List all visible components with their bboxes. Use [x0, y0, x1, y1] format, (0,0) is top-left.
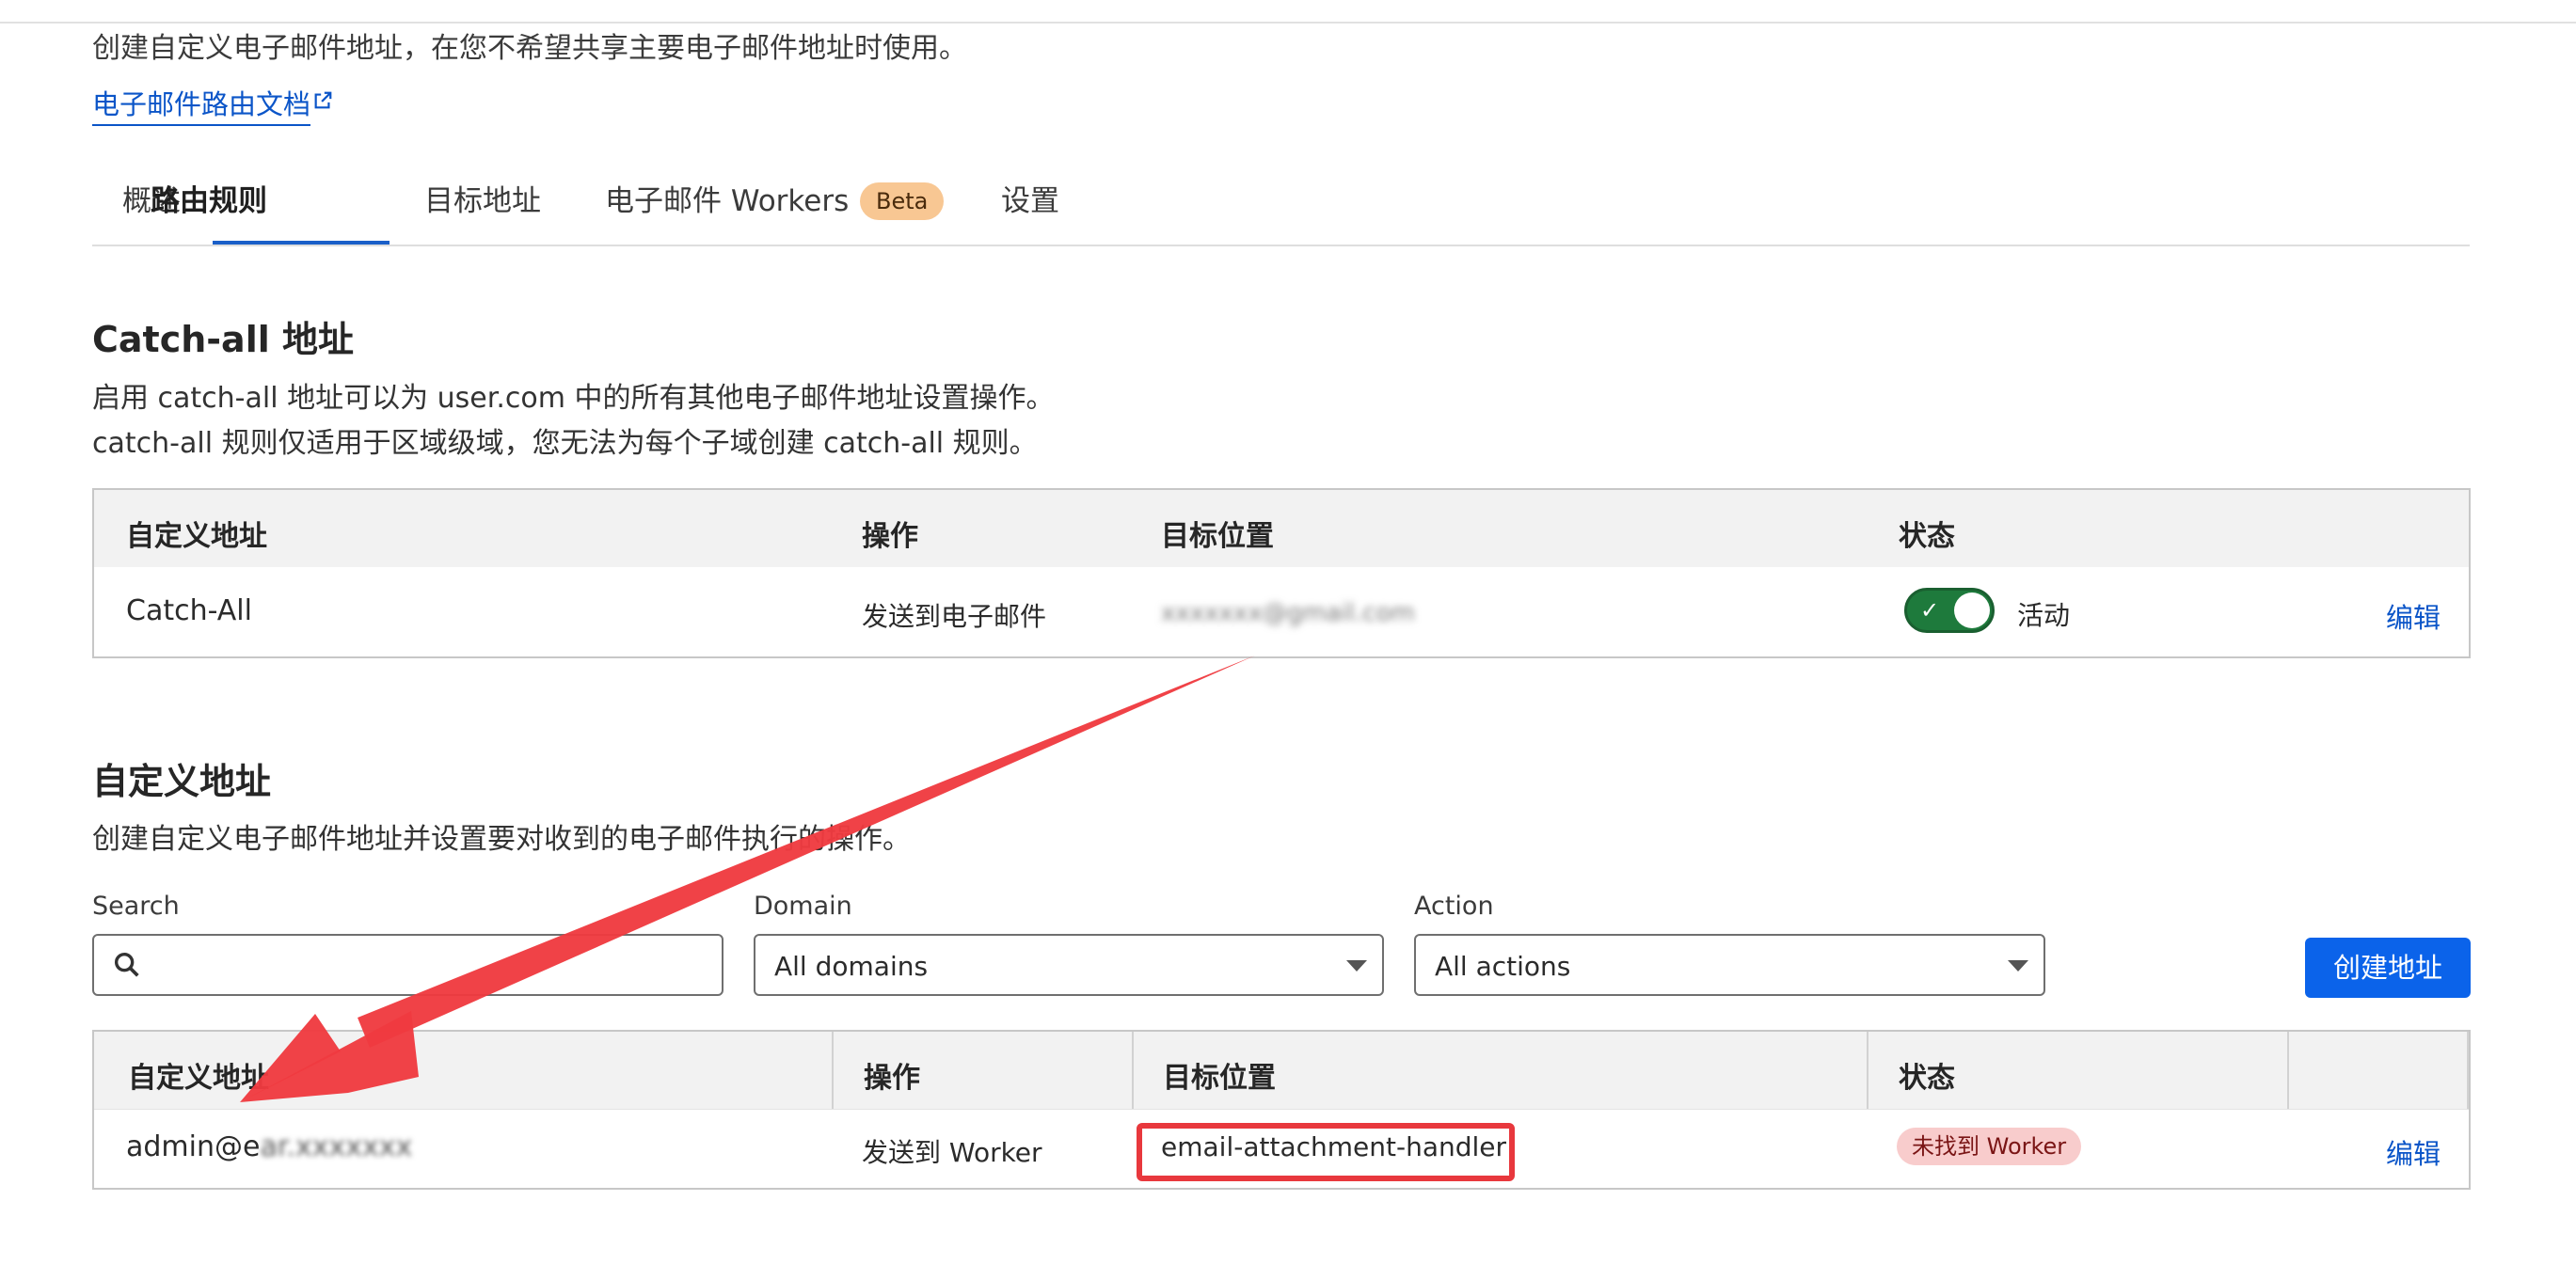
annotation-arrow-icon — [240, 656, 1255, 1102]
